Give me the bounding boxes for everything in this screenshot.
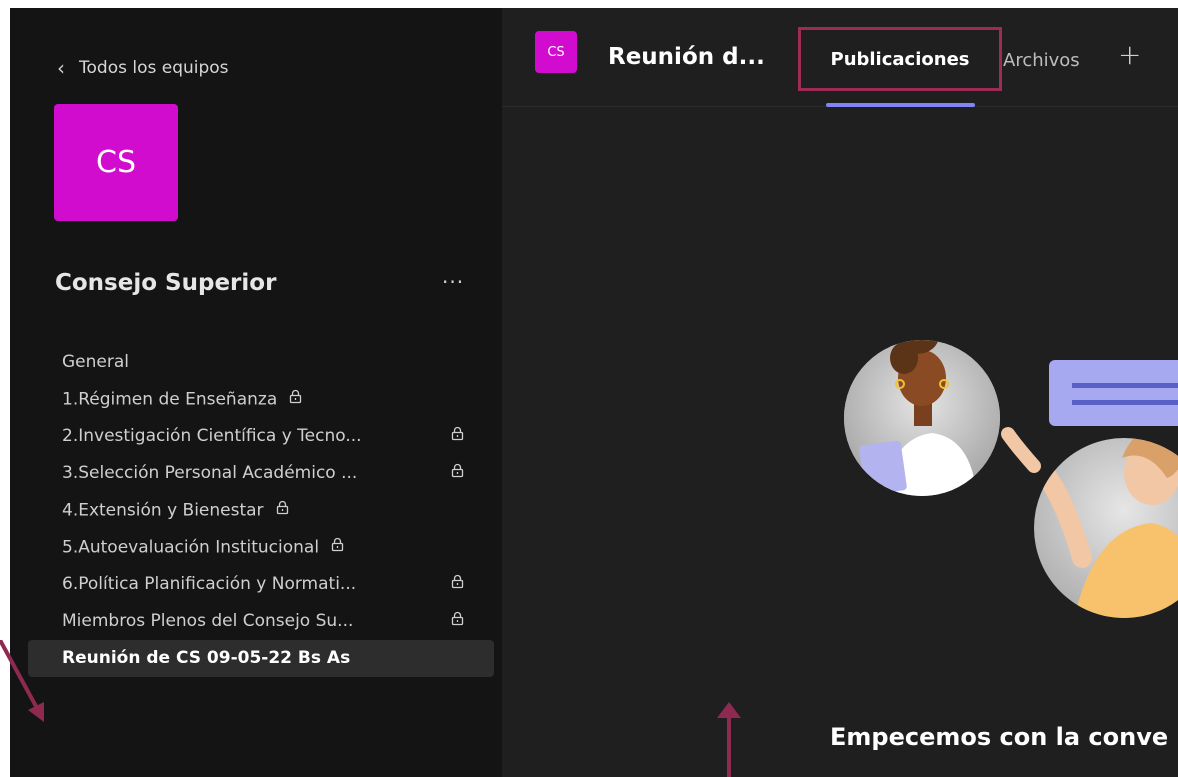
team-name: Consejo Superior	[55, 270, 277, 296]
channel-item-regimen-ensenanza[interactable]: 1.Régimen de Enseñanza	[28, 381, 494, 418]
channel-label: General	[62, 352, 129, 372]
channel-header: CS Reunión d... Publicaciones Archivos +	[502, 8, 1178, 107]
lock-icon	[451, 455, 464, 492]
channel-label: 6.Política Planificación y Normati...	[62, 574, 357, 594]
channel-title: Reunión d...	[608, 44, 765, 70]
channel-label: Miembros Plenos del Consejo Su...	[62, 611, 354, 631]
chevron-left-icon: ‹	[57, 56, 65, 80]
lock-icon	[451, 418, 464, 455]
lock-icon	[331, 529, 344, 566]
empty-state-title: Empecemos con la conve	[830, 723, 1169, 751]
channel-label: 5.Autoevaluación Institucional	[62, 537, 320, 558]
channel-label: 1.Régimen de Enseñanza	[62, 389, 278, 410]
more-options-icon[interactable]: ···	[442, 270, 464, 294]
tab-archivos[interactable]: Archivos	[1003, 50, 1080, 71]
channel-item-general[interactable]: General	[28, 344, 494, 381]
channel-label: 3.Selección Personal Académico ...	[62, 463, 358, 483]
channel-label: 2.Investigación Científica y Tecno...	[62, 426, 362, 446]
active-tab-indicator	[826, 103, 975, 107]
channel-main-area: CS Reunión d... Publicaciones Archivos +	[502, 8, 1178, 777]
team-avatar: CS	[54, 104, 178, 221]
annotation-arrow-left	[0, 640, 44, 722]
welcome-illustration	[844, 340, 1178, 618]
channel-item-seleccion-personal[interactable]: 3.Selección Personal Académico ...	[28, 455, 494, 492]
team-sidebar: ‹ Todos los equipos CS Consejo Superior …	[10, 8, 502, 777]
tab-label: Publicaciones	[830, 48, 970, 70]
channel-item-investigacion[interactable]: 2.Investigación Científica y Tecno...	[28, 418, 494, 455]
teams-window: ‹ Todos los equipos CS Consejo Superior …	[0, 0, 1178, 777]
channel-item-autoevaluacion[interactable]: 5.Autoevaluación Institucional	[28, 529, 494, 566]
channel-label: Reunión de CS 09-05-22 Bs As	[62, 648, 351, 668]
channel-list: General 1.Régimen de Enseñanza 2.Investi…	[28, 344, 494, 677]
channel-item-reunion-cs[interactable]: Reunión de CS 09-05-22 Bs As	[28, 640, 494, 677]
channel-team-avatar: CS	[535, 31, 577, 73]
lock-icon	[289, 381, 302, 418]
channel-label: 4.Extensión y Bienestar	[62, 500, 264, 521]
back-link-label: Todos los equipos	[79, 58, 229, 78]
lock-icon	[276, 492, 289, 529]
channel-item-miembros-plenos[interactable]: Miembros Plenos del Consejo Su...	[28, 603, 494, 640]
add-tab-plus-icon[interactable]: +	[1118, 38, 1141, 71]
lock-icon	[451, 603, 464, 640]
tab-publicaciones[interactable]: Publicaciones	[798, 27, 1002, 91]
channel-item-extension-bienestar[interactable]: 4.Extensión y Bienestar	[28, 492, 494, 529]
back-to-all-teams-link[interactable]: ‹ Todos los equipos	[57, 56, 229, 80]
lock-icon	[451, 566, 464, 603]
channel-item-politica-planificacion[interactable]: 6.Política Planificación y Normati...	[28, 566, 494, 603]
annotation-arrow-up	[717, 702, 741, 777]
